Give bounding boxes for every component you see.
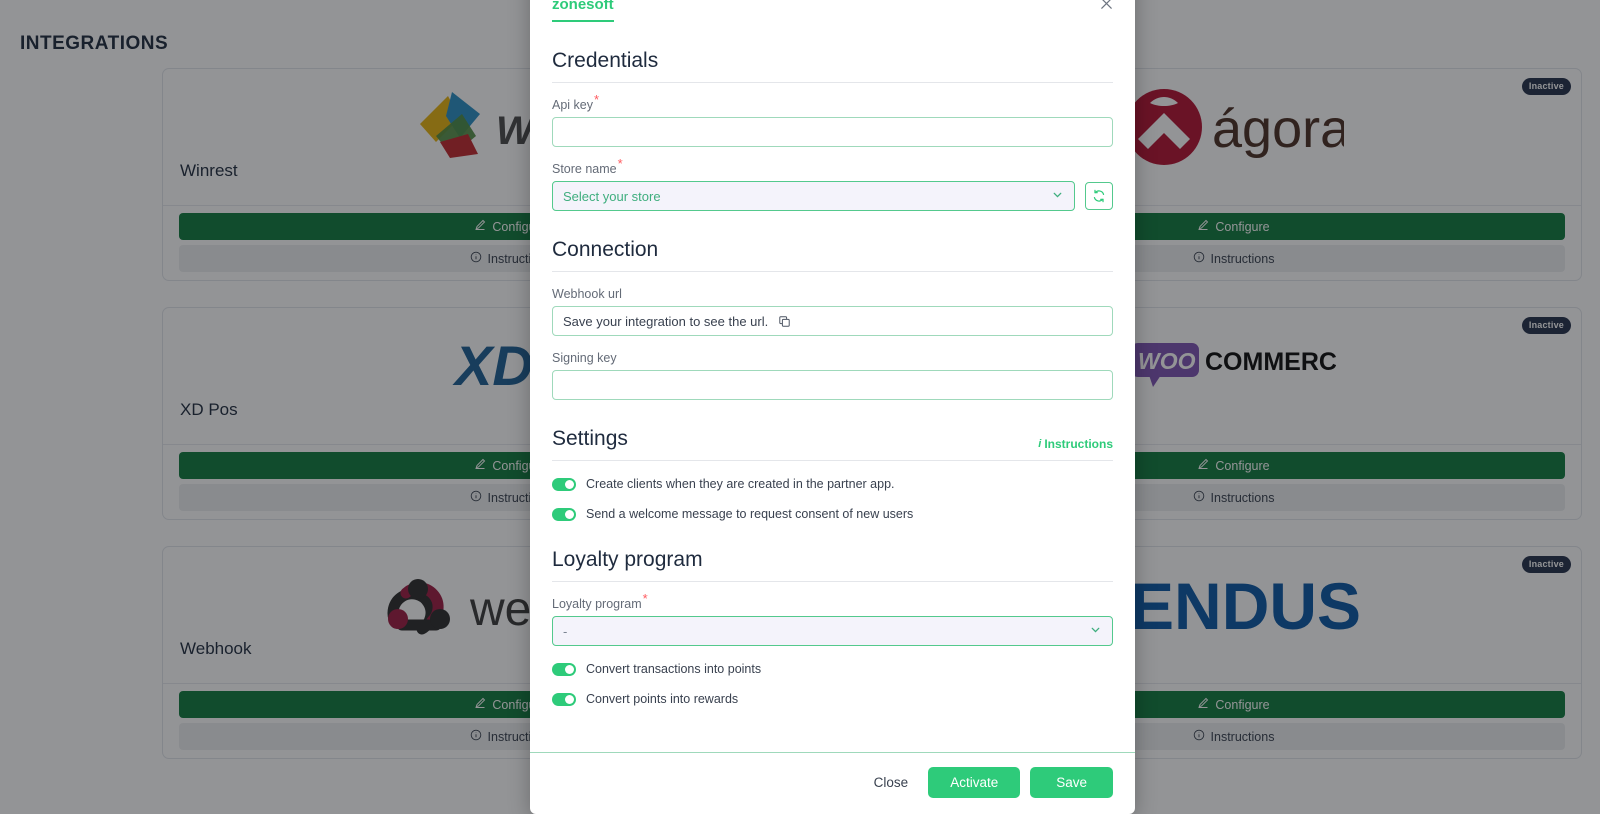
loyalty-convert-transactions-row: Convert transactions into points xyxy=(552,662,1113,676)
setting-welcome-message-row: Send a welcome message to request consen… xyxy=(552,507,1113,521)
section-connection-header: Connection xyxy=(552,238,1113,272)
loyalty-program-label: Loyalty program* xyxy=(552,592,648,611)
field-signing-key: Signing key xyxy=(552,349,1113,400)
close-icon-svg xyxy=(1100,0,1112,9)
refresh-stores-button[interactable] xyxy=(1085,182,1113,210)
required-asterisk: * xyxy=(642,590,648,606)
section-title: Credentials xyxy=(552,49,659,72)
settings-instructions-link[interactable]: i Instructions xyxy=(1038,437,1113,451)
section-title: Connection xyxy=(552,238,659,261)
loyalty-program-label-text: Loyalty program xyxy=(552,597,642,611)
field-loyalty-program: Loyalty program* - xyxy=(552,592,1113,646)
section-title: Settings xyxy=(552,427,628,450)
modal-header: zonesoft xyxy=(530,0,1135,22)
modal-footer: Close Activate Save xyxy=(530,752,1135,814)
field-api-key: Api key* xyxy=(552,93,1113,147)
chevron-down-icon xyxy=(1089,623,1102,639)
convert-transactions-label: Convert transactions into points xyxy=(586,662,762,676)
field-webhook-url: Webhook url Save your integration to see… xyxy=(552,285,1113,336)
convert-points-toggle[interactable] xyxy=(552,692,576,706)
signing-key-label: Signing key xyxy=(552,351,617,365)
convert-points-label: Convert points into rewards xyxy=(586,692,739,706)
loyalty-convert-points-row: Convert points into rewards xyxy=(552,692,1113,706)
integration-config-modal: zonesoft Credentials Api key* Store name… xyxy=(530,0,1135,814)
modal-body[interactable]: Credentials Api key* Store name* Select … xyxy=(530,22,1135,752)
convert-transactions-toggle[interactable] xyxy=(552,662,576,676)
required-asterisk: * xyxy=(594,91,600,107)
signing-key-input[interactable] xyxy=(552,370,1113,400)
refresh-icon xyxy=(1093,189,1105,203)
info-icon: i xyxy=(1038,438,1042,450)
create-clients-label: Create clients when they are created in … xyxy=(586,477,895,491)
api-key-label-text: Api key xyxy=(552,98,593,112)
copy-icon-svg xyxy=(779,315,790,327)
store-name-select[interactable]: Select your store xyxy=(552,181,1075,211)
tab-zonesoft[interactable]: zonesoft xyxy=(552,0,614,22)
setting-create-clients-row: Create clients when they are created in … xyxy=(552,477,1113,491)
save-button[interactable]: Save xyxy=(1030,767,1113,798)
store-name-label: Store name* xyxy=(552,157,623,176)
webhook-url-value: Save your integration to see the url. xyxy=(563,313,769,329)
store-name-value: Select your store xyxy=(563,188,661,204)
welcome-message-label: Send a welcome message to request consen… xyxy=(586,507,914,521)
loyalty-program-value: - xyxy=(563,623,568,639)
section-credentials-header: Credentials xyxy=(552,49,1113,83)
section-settings-header: Settings i Instructions xyxy=(552,427,1113,461)
modal-tabstrip: zonesoft xyxy=(552,0,1113,22)
welcome-message-toggle[interactable] xyxy=(552,507,576,521)
chevron-down-icon xyxy=(1051,188,1064,204)
close-icon[interactable] xyxy=(1095,0,1117,14)
store-name-row: Select your store xyxy=(552,181,1113,211)
api-key-input[interactable] xyxy=(552,117,1113,147)
loyalty-program-select[interactable]: - xyxy=(552,616,1113,646)
section-loyalty-header: Loyalty program xyxy=(552,548,1113,582)
field-store-name: Store name* Select your store xyxy=(552,157,1113,211)
close-button[interactable]: Close xyxy=(864,769,919,796)
webhook-url-display: Save your integration to see the url. xyxy=(552,306,1113,336)
webhook-url-label: Webhook url xyxy=(552,287,622,301)
store-name-label-text: Store name xyxy=(552,162,617,176)
api-key-label: Api key* xyxy=(552,93,599,112)
activate-button[interactable]: Activate xyxy=(928,767,1021,798)
required-asterisk: * xyxy=(617,155,623,171)
settings-instructions-label: Instructions xyxy=(1044,437,1113,451)
section-title: Loyalty program xyxy=(552,548,703,571)
create-clients-toggle[interactable] xyxy=(552,477,576,491)
copy-icon[interactable] xyxy=(778,315,791,328)
